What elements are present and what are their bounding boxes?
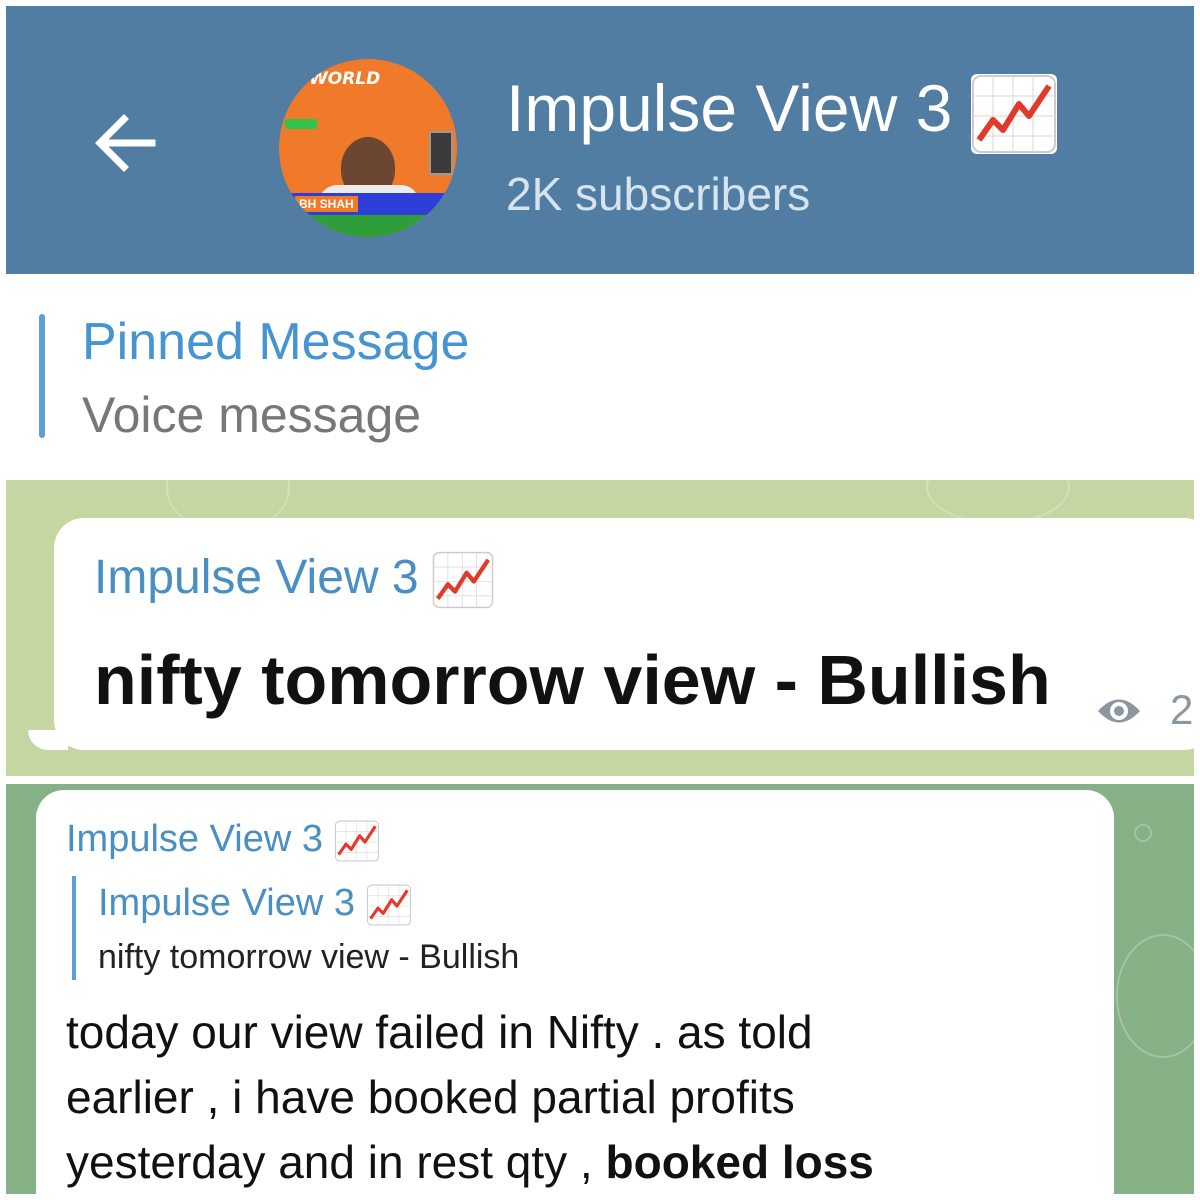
- message-bubble[interactable]: Impulse View 3 nifty tomorrow view - Bul…: [54, 518, 1194, 750]
- eye-icon: [1098, 699, 1140, 723]
- pinned-accent-bar: [39, 314, 45, 438]
- message-sender[interactable]: Impulse View 3: [66, 818, 380, 862]
- panel-divider: [0, 776, 1200, 784]
- bold-text: booked loss: [605, 1136, 874, 1188]
- message-line: yesterday and in rest qty , booked loss: [66, 1136, 874, 1188]
- message-sender[interactable]: Impulse View 3: [94, 550, 494, 610]
- reply-preview: nifty tomorrow view - Bullish: [98, 938, 520, 976]
- reply-sender[interactable]: Impulse View 3: [98, 882, 412, 926]
- pinned-message[interactable]: Pinned Message Voice message: [6, 274, 1194, 481]
- message-text: today our view failed in Nifty . as told…: [66, 1000, 1086, 1194]
- pinned-preview: Voice message: [82, 387, 422, 443]
- chart-increasing-icon: [365, 883, 412, 926]
- chart-increasing-icon: [333, 819, 380, 862]
- chat-panel-top: Impulse View 3 nifty tomorrow view - Bul…: [6, 480, 1194, 776]
- chat-panel-bottom: Impulse View 3 Impulse View 3 nifty tomo…: [6, 784, 1194, 1194]
- avatar-top-text: WORLD: [309, 69, 381, 89]
- avatar-band-text: BH SHAH: [295, 196, 358, 212]
- channel-title[interactable]: Impulse View 3: [506, 68, 1057, 154]
- chart-increasing-icon: [431, 551, 494, 610]
- message-bubble[interactable]: Impulse View 3 Impulse View 3 nifty tomo…: [36, 790, 1114, 1194]
- arrow-left-icon[interactable]: [88, 104, 166, 182]
- subscriber-count: 2K subscribers: [506, 168, 811, 220]
- view-count: 2: [1170, 686, 1194, 733]
- chart-increasing-icon: [970, 73, 1057, 154]
- channel-header: WORLD BH SHAH Impulse View 3 2K subscrib…: [6, 6, 1194, 274]
- message-text: nifty tomorrow view - Bullish: [94, 641, 1051, 719]
- message-line: earlier , i have booked partial profits: [66, 1071, 795, 1123]
- message-line: today our view failed in Nifty . as told: [66, 1006, 813, 1058]
- channel-title-text: Impulse View 3: [506, 71, 953, 145]
- pinned-title: Pinned Message: [82, 313, 470, 371]
- reply-accent-bar: [72, 876, 76, 980]
- channel-avatar[interactable]: WORLD BH SHAH: [279, 59, 457, 237]
